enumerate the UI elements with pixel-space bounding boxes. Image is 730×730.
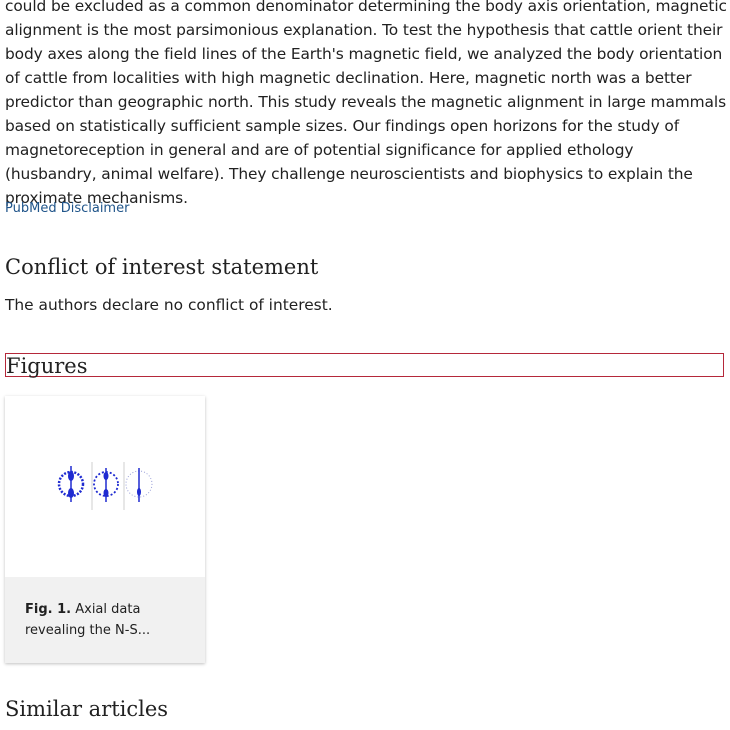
conflict-of-interest-heading: Conflict of interest statement bbox=[5, 255, 319, 279]
pubmed-disclaimer-link[interactable]: PubMed Disclaimer bbox=[5, 201, 129, 216]
figure-thumbnail-plot bbox=[57, 462, 153, 510]
conflict-of-interest-text: The authors declare no conflict of inter… bbox=[5, 296, 333, 314]
abstract-text: could be excluded as a common denominato… bbox=[5, 0, 727, 207]
similar-articles-heading: Similar articles bbox=[5, 697, 169, 721]
figure-label: Fig. 1. bbox=[25, 602, 72, 617]
figures-heading[interactable]: Figures bbox=[5, 353, 724, 378]
figure-card[interactable]: Fig. 1. Axial data revealing the N-S... bbox=[5, 396, 205, 663]
figure-caption[interactable]: Fig. 1. Axial data revealing the N-S... bbox=[5, 577, 205, 663]
figure-thumbnail[interactable] bbox=[5, 396, 205, 577]
